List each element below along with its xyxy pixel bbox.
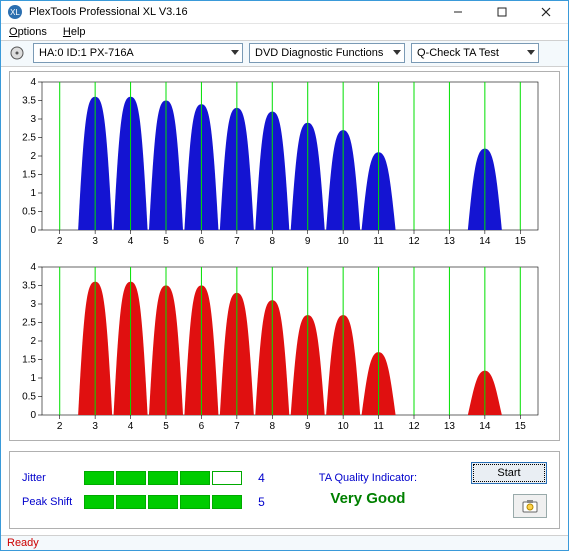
meter-segment: [180, 471, 210, 485]
menu-options[interactable]: Options: [9, 26, 47, 38]
start-button[interactable]: Start: [471, 462, 547, 484]
svg-text:14: 14: [479, 421, 491, 432]
meter-segment: [84, 495, 114, 509]
svg-text:12: 12: [408, 421, 420, 432]
svg-text:1: 1: [30, 188, 36, 199]
meter-segment: [84, 471, 114, 485]
close-button[interactable]: [524, 1, 568, 23]
drive-select-value: HA:0 ID:1 PX-716A: [39, 47, 134, 59]
jitter-meter: [84, 471, 242, 485]
meter-segment: [212, 495, 242, 509]
svg-text:11: 11: [373, 421, 384, 432]
chart-container: 00.511.522.533.5423456789101112131415 00…: [9, 71, 560, 441]
minimize-button[interactable]: [436, 1, 480, 23]
window-title: PlexTools Professional XL V3.16: [29, 6, 436, 18]
svg-text:5: 5: [163, 421, 169, 432]
svg-text:XL: XL: [10, 8, 20, 17]
meter-segment: [148, 495, 178, 509]
svg-text:5: 5: [163, 236, 169, 247]
menubar: Options Help: [1, 24, 568, 41]
meter-segment: [116, 471, 146, 485]
function-select[interactable]: DVD Diagnostic Functions: [249, 43, 405, 63]
svg-text:13: 13: [444, 421, 456, 432]
svg-text:2.5: 2.5: [22, 317, 36, 328]
svg-text:15: 15: [515, 236, 527, 247]
titlebar: XL PlexTools Professional XL V3.16: [1, 1, 568, 24]
svg-text:3: 3: [30, 299, 36, 310]
ta-chart-pits: 0 0.5 1 1.5 2 2.5 3 3.5 4 2 3 4 5 6 7 8 9 10 11 12 13 14 15: [14, 76, 555, 251]
peakshift-label: Peak Shift: [22, 496, 72, 508]
svg-text:2: 2: [57, 421, 63, 432]
chevron-down-icon: [527, 50, 535, 56]
svg-text:11: 11: [373, 236, 384, 247]
metrics-panel: Jitter 4 Peak Shift 5 TA Quality Indicat…: [9, 451, 560, 529]
function-select-value: DVD Diagnostic Functions: [255, 47, 383, 59]
svg-text:1.5: 1.5: [22, 169, 36, 180]
svg-text:10: 10: [338, 421, 350, 432]
svg-text:2: 2: [30, 336, 36, 347]
maximize-button[interactable]: [480, 1, 524, 23]
svg-text:9: 9: [305, 236, 311, 247]
status-bar: Ready: [1, 535, 568, 550]
svg-text:7: 7: [234, 236, 240, 247]
svg-text:8: 8: [270, 421, 276, 432]
drive-select[interactable]: HA:0 ID:1 PX-716A: [33, 43, 243, 63]
svg-text:3: 3: [92, 421, 98, 432]
svg-text:9: 9: [305, 421, 311, 432]
jitter-label: Jitter: [22, 472, 72, 484]
svg-text:3: 3: [30, 114, 36, 125]
ta-chart-lands: 0 0.5 1 1.5 2 2.5 3 3.5 4 2 3 4 5 6 7 8 9 10 11 12 13 14 15: [14, 261, 555, 436]
svg-text:1: 1: [30, 373, 36, 384]
svg-text:3.5: 3.5: [22, 95, 36, 106]
ta-quality-label: TA Quality Indicator:: [265, 472, 471, 484]
refresh-drives-icon[interactable]: [7, 43, 27, 63]
svg-text:12: 12: [408, 236, 420, 247]
test-select[interactable]: Q-Check TA Test: [411, 43, 539, 63]
jitter-value: 4: [254, 471, 265, 485]
svg-text:2.5: 2.5: [22, 132, 36, 143]
svg-text:6: 6: [199, 421, 205, 432]
chevron-down-icon: [231, 50, 239, 56]
svg-text:14: 14: [479, 236, 491, 247]
svg-text:8: 8: [270, 236, 276, 247]
menu-help[interactable]: Help: [63, 26, 86, 38]
svg-text:2: 2: [57, 236, 63, 247]
ta-quality-value: Very Good: [265, 490, 471, 507]
svg-text:4: 4: [128, 236, 134, 247]
svg-text:15: 15: [515, 421, 527, 432]
save-image-button[interactable]: [513, 494, 547, 518]
svg-text:0: 0: [30, 410, 36, 421]
svg-text:4: 4: [30, 262, 36, 273]
app-icon: XL: [7, 4, 23, 20]
svg-text:3: 3: [92, 236, 98, 247]
test-select-value: Q-Check TA Test: [417, 47, 499, 59]
svg-text:0.5: 0.5: [22, 206, 36, 217]
svg-text:4: 4: [30, 77, 36, 88]
svg-text:3.5: 3.5: [22, 280, 36, 291]
svg-text:0.5: 0.5: [22, 391, 36, 402]
svg-text:10: 10: [338, 236, 350, 247]
peakshift-value: 5: [254, 495, 265, 509]
svg-text:6: 6: [199, 236, 205, 247]
svg-text:2: 2: [30, 151, 36, 162]
svg-text:7: 7: [234, 421, 240, 432]
svg-text:0: 0: [30, 225, 36, 236]
meter-segment: [212, 471, 242, 485]
peakshift-meter: [84, 495, 242, 509]
meter-segment: [148, 471, 178, 485]
svg-text:4: 4: [128, 421, 134, 432]
chevron-down-icon: [393, 50, 401, 56]
status-text: Ready: [7, 537, 39, 549]
svg-text:1.5: 1.5: [22, 354, 36, 365]
svg-text:13: 13: [444, 236, 456, 247]
meter-segment: [116, 495, 146, 509]
meter-segment: [180, 495, 210, 509]
toolbar: HA:0 ID:1 PX-716A DVD Diagnostic Functio…: [1, 41, 568, 67]
